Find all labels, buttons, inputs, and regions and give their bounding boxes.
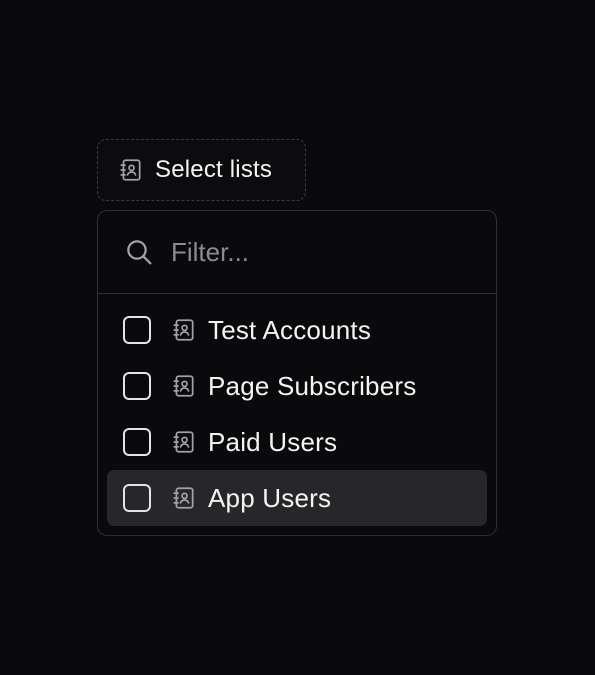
list-item-label: App Users <box>208 482 332 513</box>
list-item-test-accounts[interactable]: Test Accounts <box>107 302 487 358</box>
list-item-page-subscribers[interactable]: Page Subscribers <box>107 358 487 414</box>
select-lists-button[interactable]: Select lists <box>97 139 306 201</box>
list-item-app-users[interactable]: App Users <box>107 470 487 526</box>
list-item-paid-users[interactable]: Paid Users <box>107 414 487 470</box>
contact-book-icon <box>118 157 144 183</box>
list-item-label: Test Accounts <box>208 314 372 345</box>
checkbox[interactable] <box>123 428 151 456</box>
list-item-label: Paid Users <box>208 426 338 457</box>
lists-options: Test Accounts Page Subscribers Paid User… <box>98 294 496 534</box>
filter-row <box>98 211 496 294</box>
list-item-label: Page Subscribers <box>208 370 417 401</box>
contact-book-icon <box>171 373 197 399</box>
contact-book-icon <box>171 317 197 343</box>
select-lists-label: Select lists <box>155 156 273 183</box>
contact-book-icon <box>171 485 197 511</box>
lists-dropdown: Test Accounts Page Subscribers <box>97 210 497 536</box>
contact-book-icon <box>171 429 197 455</box>
checkbox[interactable] <box>123 484 151 512</box>
checkbox[interactable] <box>123 372 151 400</box>
filter-input[interactable] <box>171 236 451 268</box>
checkbox[interactable] <box>123 316 151 344</box>
search-icon <box>123 236 155 268</box>
